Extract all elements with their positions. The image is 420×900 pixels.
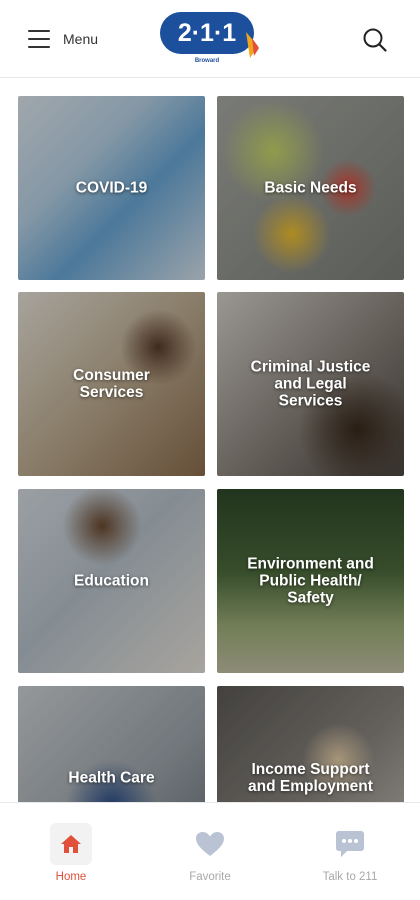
nav-favorite-label: Favorite <box>189 871 231 883</box>
tile-label: Income Support and Employment <box>248 761 373 795</box>
nav-home[interactable]: Home <box>16 823 126 883</box>
nav-talk-label: Talk to 211 <box>322 871 378 883</box>
nav-home-label: Home <box>55 871 87 883</box>
menu-button[interactable]: Menu <box>28 26 98 52</box>
nav-favorite[interactable]: Favorite <box>155 823 265 883</box>
category-grid: COVID-19 Basic Needs Consumer Services C… <box>18 96 404 802</box>
tile-criminal-justice[interactable]: Criminal Justice and Legal Services <box>217 292 404 476</box>
tile-label: Environment and Public Health/ Safety <box>247 555 374 607</box>
tile-label: Criminal Justice and Legal Services <box>250 358 371 410</box>
hamburger-icon <box>28 30 50 48</box>
search-icon <box>363 28 387 52</box>
nav-talk-to-211[interactable]: Talk to 211 <box>295 823 405 883</box>
tile-label: COVID-19 <box>75 179 148 197</box>
tile-consumer-services[interactable]: Consumer Services <box>18 292 205 476</box>
bottom-navigation: Home Favorite Talk to 211 <box>0 802 420 900</box>
logo-accent-icon <box>246 32 259 58</box>
menu-label: Menu <box>63 31 99 47</box>
app-header: Menu 2·1·1 Broward <box>0 0 420 78</box>
chat-icon <box>336 831 364 857</box>
tile-income-support[interactable]: Income Support and Employment <box>217 686 404 802</box>
tile-label: Consumer Services <box>73 367 150 401</box>
logo-text: 2·1·1 <box>160 12 254 54</box>
app-logo: 2·1·1 Broward <box>158 10 262 68</box>
tile-label: Education <box>74 572 149 590</box>
tile-health-care[interactable]: Health Care <box>18 686 205 802</box>
home-icon <box>61 835 81 853</box>
tile-education[interactable]: Education <box>18 489 205 673</box>
tile-environment-public-health[interactable]: Environment and Public Health/ Safety <box>217 489 404 673</box>
logo-subtext: Broward <box>194 58 220 64</box>
tile-covid-19[interactable]: COVID-19 <box>18 96 205 280</box>
heart-icon <box>196 832 224 856</box>
tile-basic-needs[interactable]: Basic Needs <box>217 96 404 280</box>
search-button[interactable] <box>362 27 388 53</box>
tile-label: Basic Needs <box>264 179 357 197</box>
tile-label: Health Care <box>68 769 155 787</box>
